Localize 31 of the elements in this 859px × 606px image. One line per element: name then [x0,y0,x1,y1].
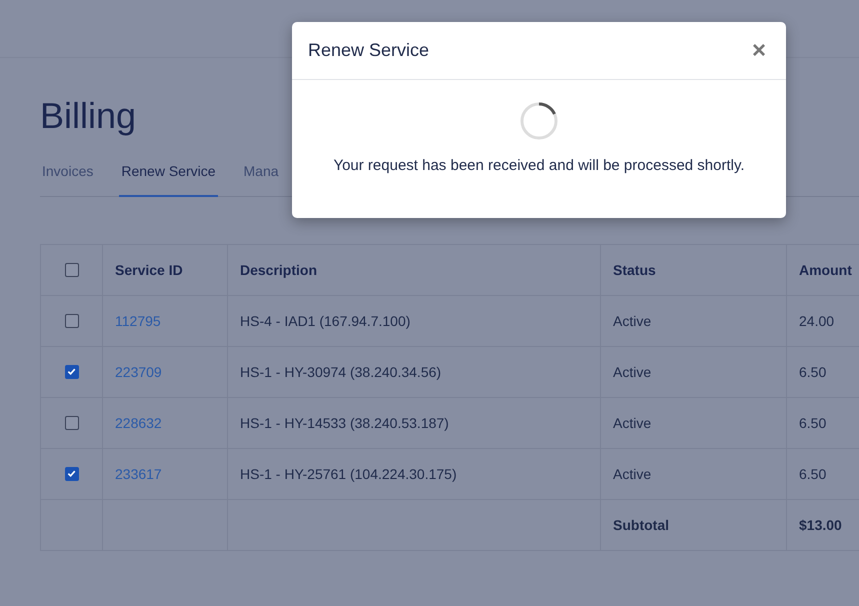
column-header: Status [600,244,786,296]
column-header: Description [228,244,600,296]
checkbox[interactable] [64,364,78,379]
tab[interactable]: Renew Service [119,148,218,197]
service-id-link[interactable]: 223709 [115,364,162,380]
tab[interactable]: Mana [242,148,281,197]
close-button[interactable]: × [748,38,770,62]
checkbox[interactable] [64,466,78,481]
tab[interactable]: Invoices [40,148,96,197]
modal-title: Renew Service [308,40,430,61]
table-cell: Active [600,346,786,398]
table-cell: Active [600,398,786,448]
column-header: Service ID [102,244,228,296]
subtotal-label: Subtotal [600,500,786,550]
table-cell: Active [600,448,786,500]
table-cell: Active [600,296,786,346]
checkbox[interactable] [64,262,78,277]
table-cell: HS-1 - HY-14533 (38.240.53.187) [228,398,600,448]
table-cell: HS-1 - HY-30974 (38.240.34.56) [228,346,600,398]
service-id-link[interactable]: 233617 [115,466,162,482]
page-title: Billing [40,94,136,138]
service-id-link[interactable]: 228632 [115,415,162,431]
check-icon [67,367,76,376]
column-header: Amount [786,244,859,296]
table-cell: HS-4 - IAD1 (167.94.7.100) [228,296,600,346]
check-icon [67,469,76,478]
modal-message: Your request has been received and will be processed shortly. [333,157,745,174]
table-cell: HS-1 - HY-25761 (104.224.30.175) [228,448,600,500]
checkbox[interactable] [64,416,78,430]
checkbox[interactable] [64,314,78,328]
service-id-link[interactable]: 112795 [115,313,161,329]
